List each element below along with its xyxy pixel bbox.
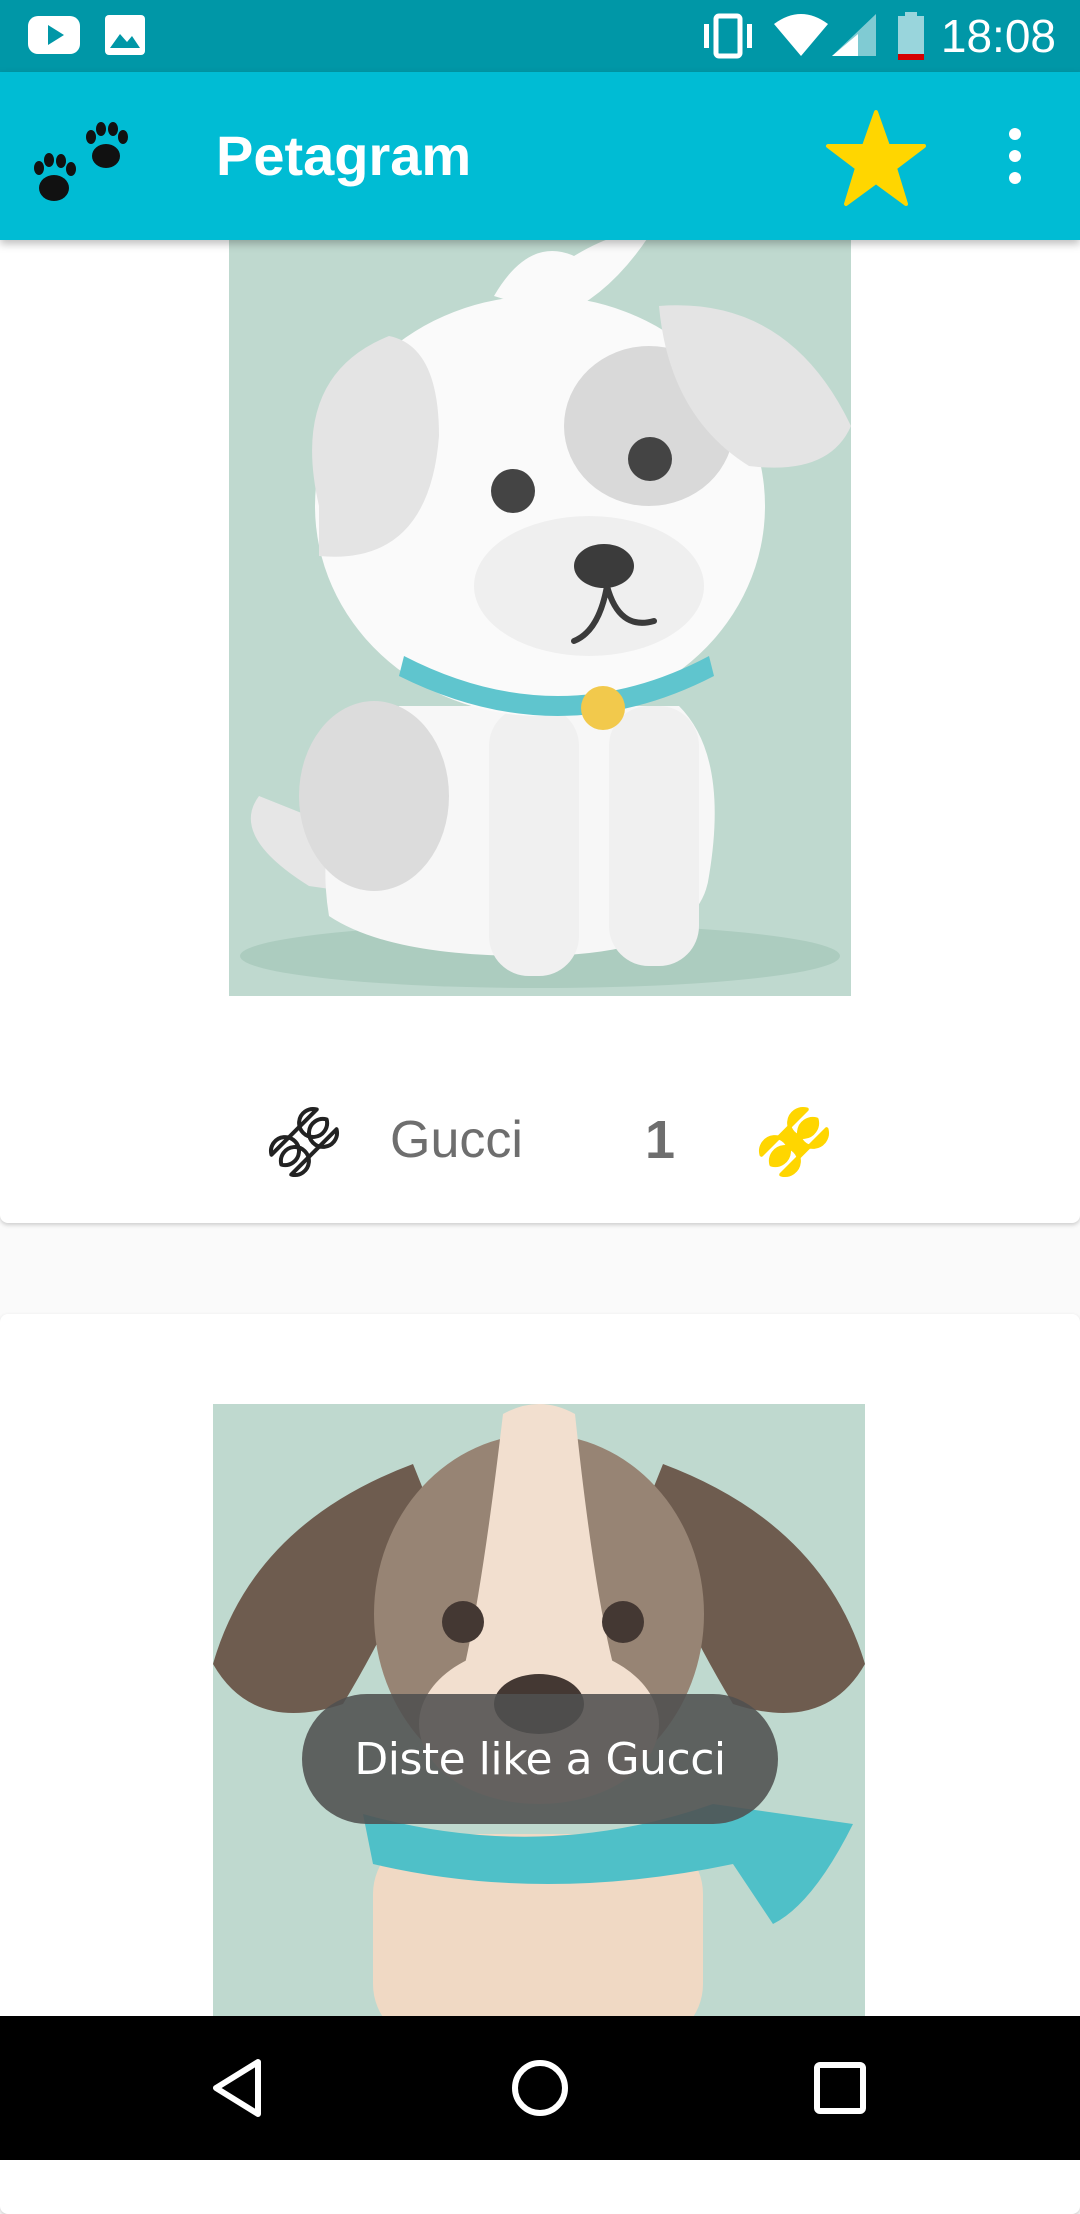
wifi-icon <box>772 12 830 63</box>
pet-name: Gucci <box>390 1111 523 1169</box>
pet-card: Gucci 1 <box>0 180 1080 1223</box>
star-icon <box>826 110 926 206</box>
toast-message: Diste like a Gucci <box>302 1694 778 1824</box>
like-button[interactable] <box>242 1080 367 1205</box>
overflow-menu-button[interactable] <box>990 126 1040 186</box>
app-bar: Petagram <box>0 72 1080 240</box>
recents-button[interactable] <box>808 2056 872 2120</box>
status-time: 18:08 <box>940 10 1056 62</box>
pet-info-row: Gucci 1 <box>0 1080 1080 1220</box>
vibrate-icon <box>700 12 756 65</box>
more-vert-icon <box>1009 128 1021 184</box>
navigation-bar <box>0 2016 1080 2160</box>
bone-outline-icon <box>269 1107 339 1177</box>
status-bar: 18:08 <box>0 0 1080 72</box>
paw-prints-icon <box>30 116 138 213</box>
home-icon <box>512 2060 568 2116</box>
signal-icon <box>830 12 878 63</box>
app-title: Petagram <box>216 124 472 187</box>
back-button[interactable] <box>208 2056 272 2120</box>
youtube-icon <box>26 14 82 61</box>
pet-like-count: 1 <box>645 1110 676 1170</box>
favorites-button[interactable] <box>824 108 928 208</box>
image-icon <box>104 14 146 61</box>
pet-photo <box>229 233 851 996</box>
battery-low-icon <box>896 12 926 67</box>
recents-icon <box>814 2062 866 2114</box>
back-icon <box>213 2059 261 2117</box>
toast-text: Diste like a Gucci <box>354 1733 726 1785</box>
bone-gold-icon <box>732 1080 857 1205</box>
home-button[interactable] <box>508 2056 572 2120</box>
